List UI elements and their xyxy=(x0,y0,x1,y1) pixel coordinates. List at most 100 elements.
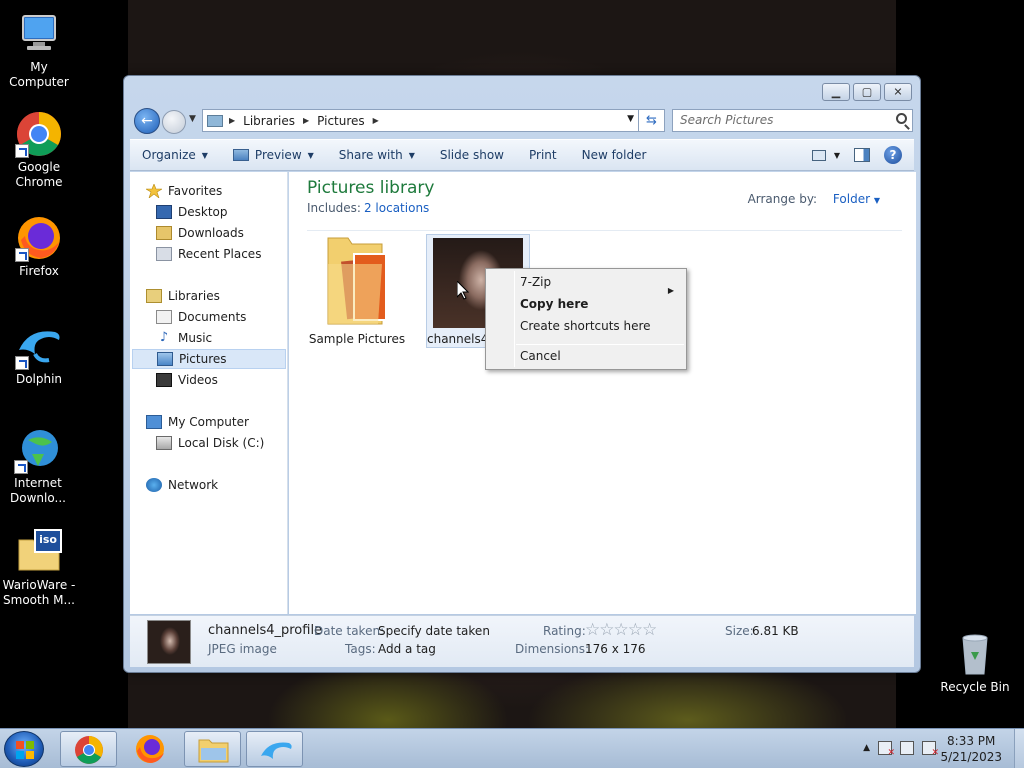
dolphin-icon xyxy=(261,742,292,759)
desktop-icon-google-chrome[interactable]: Google Chrome xyxy=(0,110,78,190)
music-icon: ♪ xyxy=(159,330,169,345)
menu-item-copy-here[interactable]: Copy here xyxy=(520,294,588,314)
nav-label: Pictures xyxy=(179,352,227,366)
nav-label: Downloads xyxy=(178,226,244,240)
help-icon[interactable]: ? xyxy=(884,146,902,164)
menu-item-cancel[interactable]: Cancel xyxy=(520,346,561,366)
folder-icon xyxy=(198,739,229,763)
forward-button[interactable] xyxy=(162,110,186,134)
close-button[interactable]: ✕ xyxy=(884,83,912,101)
breadcrumb-pictures[interactable]: Pictures xyxy=(317,114,365,128)
nav-videos[interactable]: Videos xyxy=(156,370,218,390)
nav-pictures[interactable]: Pictures xyxy=(132,349,286,369)
share-with-button[interactable]: Share with ▼ xyxy=(339,148,415,162)
desktop-icon-dolphin[interactable]: Dolphin xyxy=(0,322,78,387)
clock[interactable]: 8:33 PM 5/21/2023 xyxy=(940,733,1002,765)
library-icon xyxy=(207,114,223,127)
refresh-icon: ⇆ xyxy=(646,113,657,128)
new-folder-button[interactable]: New folder xyxy=(582,148,647,162)
preview-button[interactable]: Preview ▼ xyxy=(232,148,314,162)
arrange-by-dropdown[interactable]: Folder ▼ xyxy=(833,192,880,206)
nav-favorites[interactable]: Favorites xyxy=(144,181,222,201)
action-center-icon[interactable] xyxy=(878,741,895,758)
locations-link[interactable]: 2 locations xyxy=(364,201,429,215)
drive-icon xyxy=(156,436,172,450)
chevron-right-icon: ▶ xyxy=(667,286,674,295)
print-button[interactable]: Print xyxy=(529,148,557,162)
refresh-button[interactable]: ⇆ xyxy=(639,109,665,132)
maximize-button[interactable]: ▢ xyxy=(853,83,881,101)
content-pane: Pictures library Includes: 2 locations Ar… xyxy=(289,172,916,614)
nav-documents[interactable]: Documents xyxy=(156,307,246,327)
desktop-icon-label: Recycle Bin xyxy=(940,680,1010,694)
preview-icon xyxy=(232,149,249,161)
star-icon xyxy=(144,183,164,199)
nav-downloads[interactable]: Downloads xyxy=(156,223,244,243)
view-icon xyxy=(811,149,826,161)
volume-muted-icon[interactable] xyxy=(922,741,939,758)
desktop-icon-recycle-bin[interactable]: Recycle Bin xyxy=(938,630,1012,695)
taskbar-explorer[interactable] xyxy=(184,731,241,767)
address-dropdown-icon[interactable]: ▼ xyxy=(627,114,634,124)
change-view-button[interactable]: ▼ xyxy=(811,149,840,161)
taskbar-chrome[interactable] xyxy=(60,731,117,767)
taskbar-dolphin[interactable] xyxy=(246,731,303,767)
desktop-icon-label: My Computer xyxy=(9,60,69,89)
start-button[interactable] xyxy=(4,731,44,767)
show-desktop-button[interactable] xyxy=(1014,729,1024,768)
nav-network[interactable]: Network xyxy=(146,475,218,495)
details-pane: channels4_profile JPEG image Date taken:… xyxy=(130,615,914,667)
address-bar[interactable]: ▶ Libraries ▶ Pictures ▶ ▼ xyxy=(202,109,639,132)
nav-desktop[interactable]: Desktop xyxy=(156,202,228,222)
nav-music[interactable]: ♪ Music xyxy=(156,328,212,348)
windows-logo-icon xyxy=(16,741,34,759)
clock-date: 5/21/2023 xyxy=(940,750,1002,764)
back-button[interactable]: ← xyxy=(134,108,160,134)
dimensions-value: 176 x 176 xyxy=(585,642,646,656)
menu-item-create-shortcuts-here[interactable]: Create shortcuts here xyxy=(520,316,651,336)
preview-pane-button[interactable] xyxy=(854,148,870,162)
slide-show-button[interactable]: Slide show xyxy=(440,148,504,162)
taskbar-firefox[interactable] xyxy=(122,731,179,767)
desktop-icon-internet-download-manager[interactable]: Internet Downlo... xyxy=(0,426,76,506)
recent-pages-dropdown[interactable]: ▼ xyxy=(189,114,196,124)
arrange-label: Arrange by: xyxy=(747,192,818,206)
item-sample-pictures[interactable]: Sample Pictures xyxy=(307,234,407,346)
shortcut-arrow-icon xyxy=(15,356,29,370)
tags-value[interactable]: Add a tag xyxy=(378,642,436,656)
organize-button[interactable]: Organize ▼ xyxy=(142,148,208,162)
system-tray: ▲ xyxy=(863,741,939,758)
search-input[interactable]: Search Pictures xyxy=(672,109,913,132)
computer-icon xyxy=(15,10,63,58)
date-taken-value[interactable]: Specify date taken xyxy=(378,624,490,638)
search-icon[interactable] xyxy=(896,113,907,124)
recycle-bin-icon xyxy=(951,630,999,678)
folder-icon xyxy=(322,234,392,328)
nav-libraries[interactable]: Libraries xyxy=(146,286,220,306)
desktop-icon-label: Internet Downlo... xyxy=(10,476,66,505)
details-thumbnail xyxy=(147,620,191,664)
rating-stars[interactable]: ☆☆☆☆☆ xyxy=(585,620,657,640)
library-header: Pictures library Includes: 2 locations xyxy=(307,178,434,215)
breadcrumb-libraries[interactable]: Libraries xyxy=(243,114,295,128)
nav-my-computer[interactable]: My Computer xyxy=(146,412,249,432)
minimize-button[interactable]: ▁ xyxy=(822,83,850,101)
chrome-icon xyxy=(75,736,103,764)
desktop-icon-firefox[interactable]: Firefox xyxy=(0,214,78,279)
chrome-icon xyxy=(15,110,63,158)
show-hidden-icons-button[interactable]: ▲ xyxy=(863,743,870,753)
nav-local-disk[interactable]: Local Disk (C:) xyxy=(156,433,264,453)
menu-gutter xyxy=(514,271,515,367)
maximize-icon: ▢ xyxy=(861,85,873,99)
nav-label: My Computer xyxy=(168,415,249,429)
desktop-icon-my-computer[interactable]: My Computer xyxy=(0,10,78,90)
tags-label: Tags: xyxy=(345,642,376,656)
command-label: Organize xyxy=(142,148,196,162)
firefox-icon xyxy=(15,214,63,262)
network-icon xyxy=(146,478,162,492)
nav-recent-places[interactable]: Recent Places xyxy=(156,244,261,264)
item-label: Sample Pictures xyxy=(308,332,406,346)
network-status-icon[interactable] xyxy=(900,741,914,755)
desktop-icon-warioware[interactable]: iso WarioWare - Smooth M... xyxy=(0,528,78,608)
menu-item-7zip[interactable]: 7-Zip ▶ xyxy=(520,272,684,295)
